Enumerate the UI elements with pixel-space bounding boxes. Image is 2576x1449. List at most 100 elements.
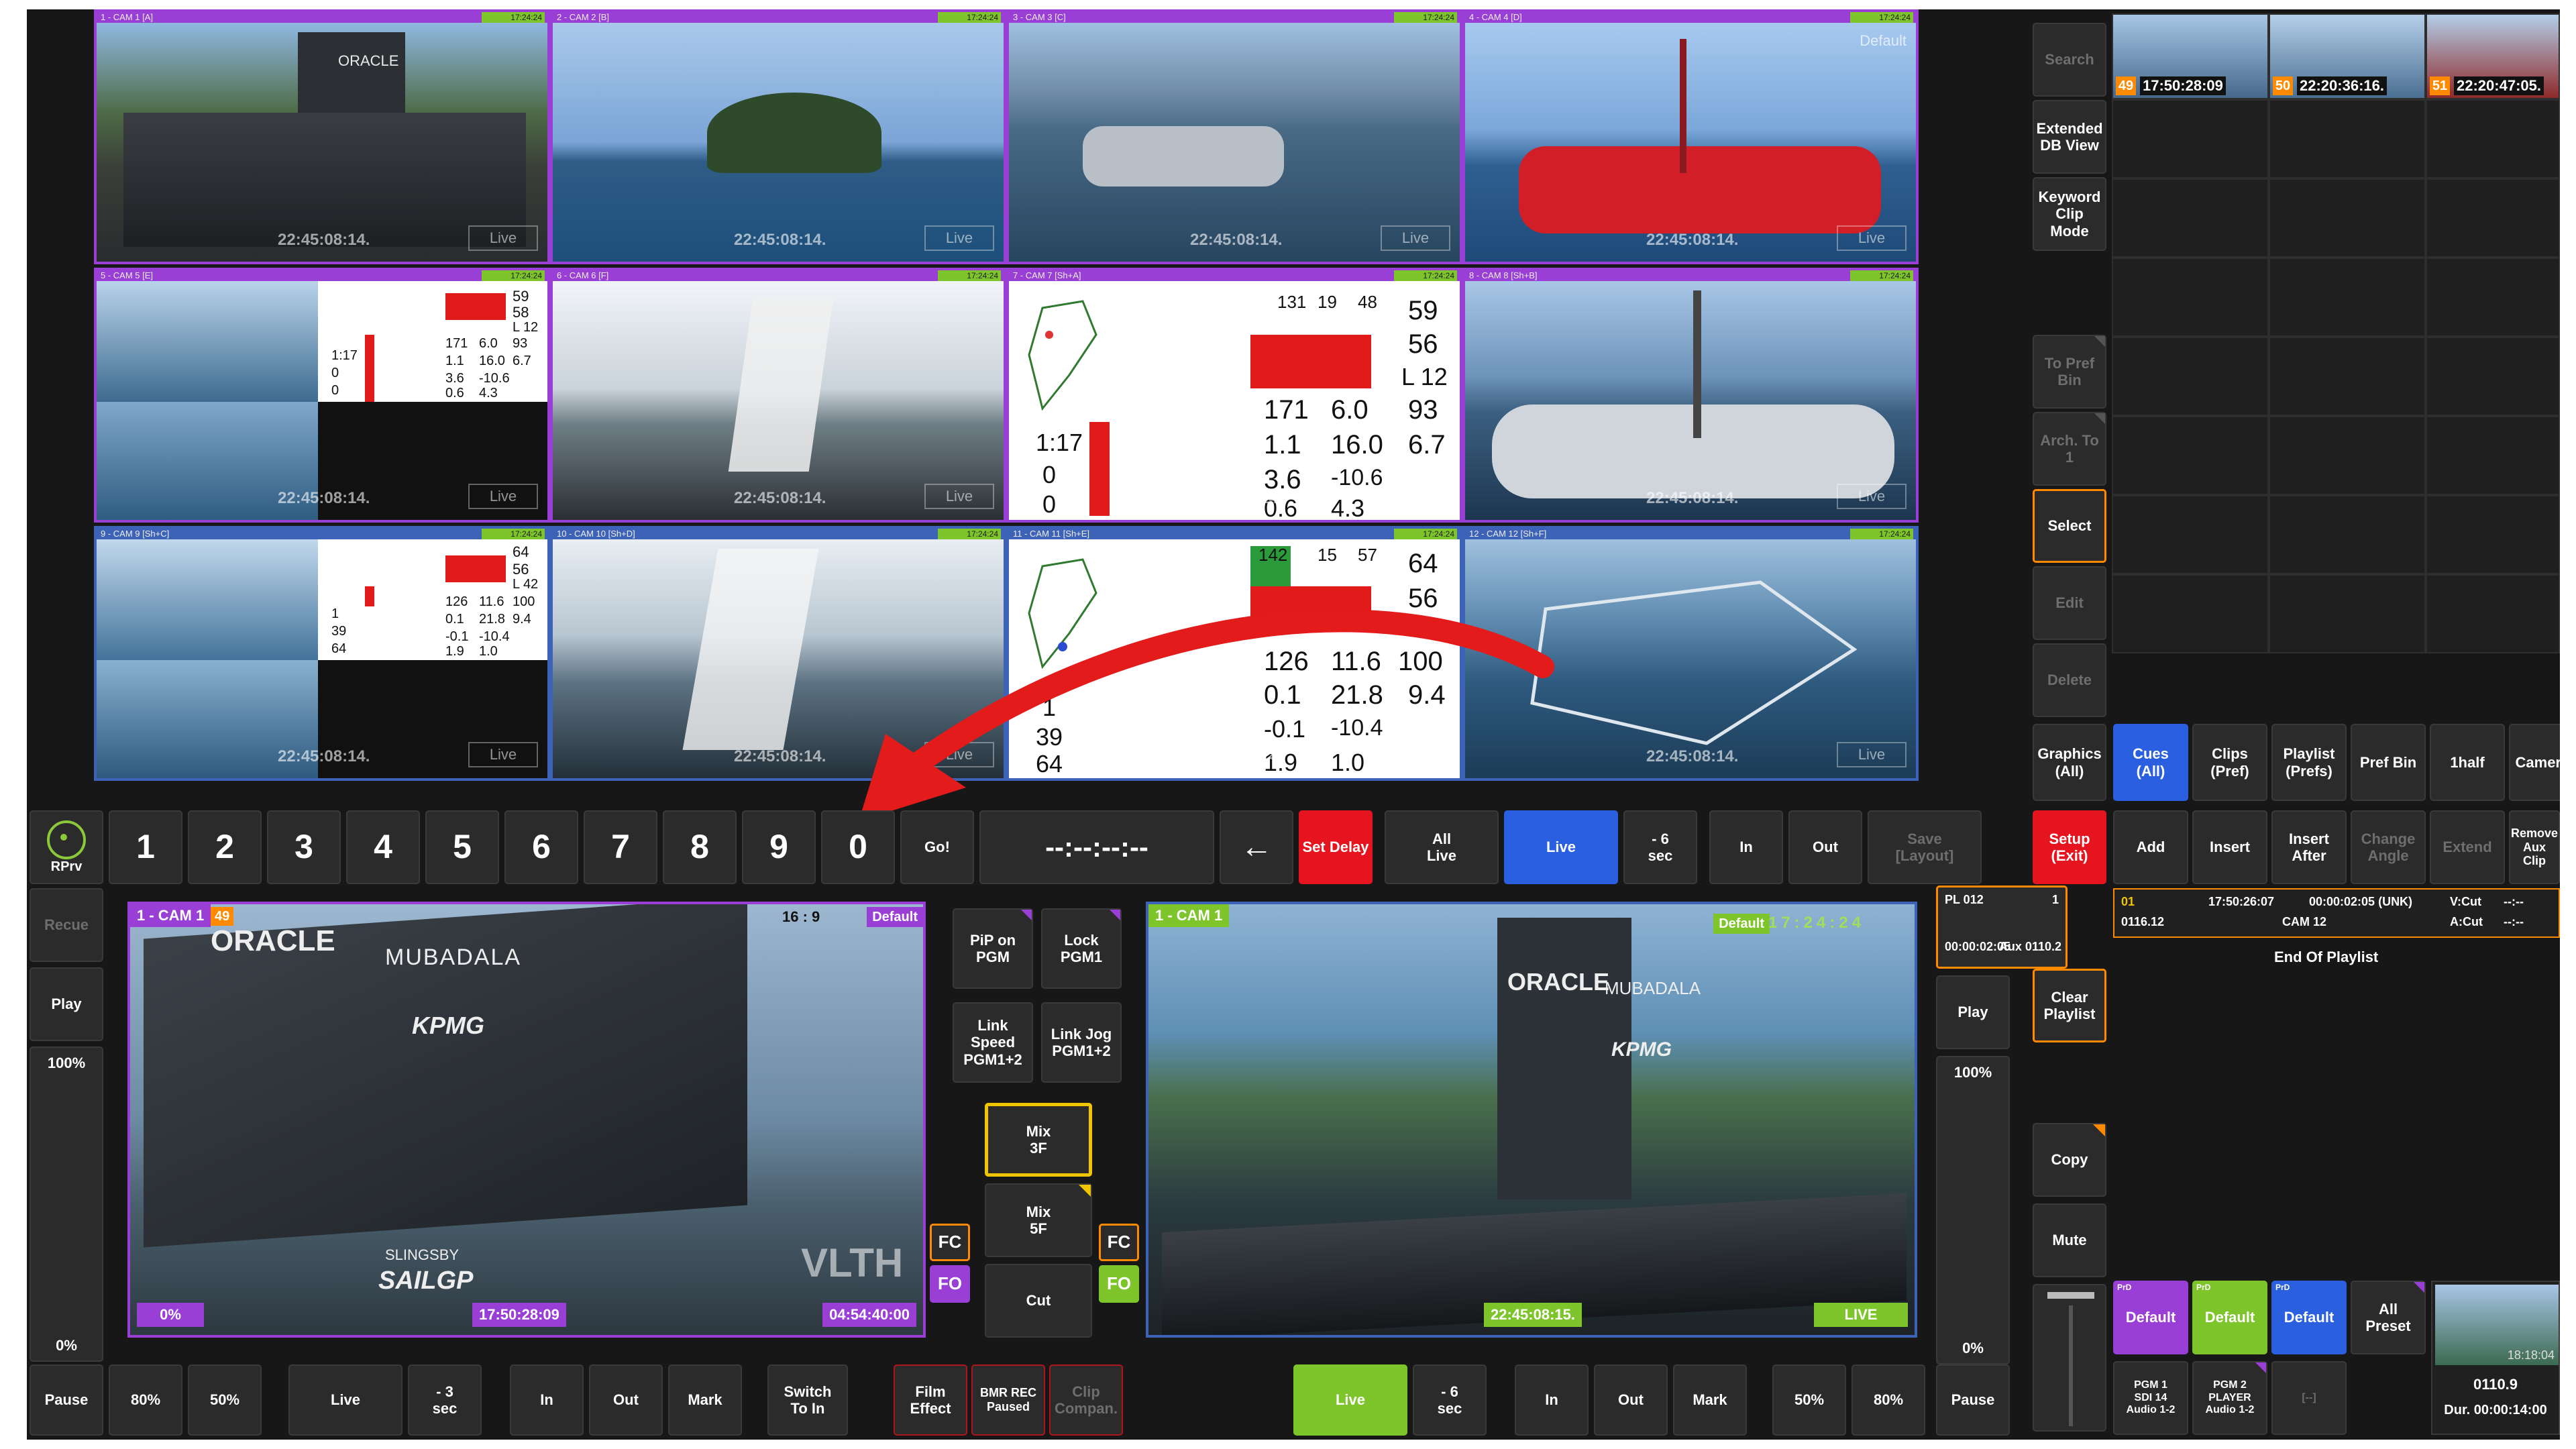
cut-button[interactable]: Cut: [985, 1264, 1092, 1338]
pause-button-right[interactable]: Pause: [1936, 1364, 2010, 1436]
play-button-left[interactable]: Play: [30, 967, 103, 1041]
camera-tile-5[interactable]: 59 58 L 12 171 6.0 93 1.1 16.0 6.7 3.6 -…: [94, 268, 550, 523]
camera-tile-3[interactable]: 3 - CAM 3 [C] 17:24:24 22:45:08:14. Live: [1006, 9, 1462, 264]
current-clip-card[interactable]: 18:18:04 0110.9 Dur. 00:00:14:00: [2431, 1281, 2560, 1435]
minus-6-sec-button[interactable]: - 6 sec: [1623, 810, 1697, 884]
rprv-button[interactable]: RPrv: [30, 810, 103, 884]
audio-pgm2-button[interactable]: PGM 2 PLAYER Audio 1-2: [2192, 1361, 2267, 1435]
clip-thumb[interactable]: 49 17:50:28:09: [2112, 13, 2269, 99]
clip-slot[interactable]: [2269, 337, 2426, 416]
clip-slot[interactable]: [2269, 99, 2426, 178]
extend-button[interactable]: Extend: [2430, 810, 2505, 884]
speed-80-left-button[interactable]: 80%: [109, 1364, 182, 1436]
digit-1-button[interactable]: 1: [109, 810, 182, 884]
keyword-clip-mode-button[interactable]: Keyword Clip Mode: [2033, 177, 2106, 251]
speed-80-right-button[interactable]: 80%: [1851, 1364, 1925, 1436]
clip-slot[interactable]: [2112, 574, 2269, 653]
in-button[interactable]: In: [1709, 810, 1783, 884]
speed-50-left-button[interactable]: 50%: [188, 1364, 262, 1436]
live-right-button[interactable]: Live: [1293, 1364, 1407, 1436]
clip-slot[interactable]: [2269, 574, 2426, 653]
fo-left-button[interactable]: FO: [930, 1265, 970, 1303]
clip-slot[interactable]: [2112, 495, 2269, 574]
out-left-button[interactable]: Out: [589, 1364, 663, 1436]
camera-tile-7[interactable]: 131 19 48 59 56 L 12 171 6.0 93 1.1 16.0…: [1006, 268, 1462, 523]
mix-5f-button[interactable]: Mix 5F: [985, 1183, 1092, 1257]
clip-thumb[interactable]: 50 22:20:36:16.: [2269, 13, 2426, 99]
clip-slot[interactable]: [2426, 337, 2560, 416]
add-button[interactable]: Add: [2113, 810, 2188, 884]
tab-clips[interactable]: Clips (Pref): [2192, 724, 2267, 801]
clip-slot[interactable]: [2426, 258, 2560, 337]
audio-pgm1-button[interactable]: PGM 1 SDI 14 Audio 1-2: [2113, 1361, 2188, 1435]
to-pref-bin-button[interactable]: To Pref Bin: [2033, 335, 2106, 409]
pause-button-left[interactable]: Pause: [30, 1364, 103, 1436]
search-button[interactable]: Search: [2033, 23, 2106, 97]
extended-db-view-button[interactable]: Extended DB View: [2033, 100, 2106, 174]
clip-slot[interactable]: [2112, 99, 2269, 178]
fc-left-button[interactable]: FC: [930, 1224, 970, 1261]
speed-fader-left[interactable]: 100% 0%: [30, 1046, 103, 1362]
minus-3-sec-button[interactable]: - 3 sec: [408, 1364, 482, 1436]
insert-after-button[interactable]: Insert After: [2271, 810, 2347, 884]
change-angle-button[interactable]: Change Angle: [2351, 810, 2426, 884]
camera-tile-2[interactable]: 2 - CAM 2 [B] 17:24:24 22:45:08:14. Live: [550, 9, 1006, 264]
pgm2-viewer[interactable]: ORACLE MUBADALA KPMG 1 - CAM 1 Default 1…: [1146, 902, 1917, 1338]
camera-tile-4[interactable]: 4 - CAM 4 [D] 17:24:24 Default 22:45:08:…: [1462, 9, 1919, 264]
setup-exit-button[interactable]: Setup (Exit): [2033, 810, 2106, 884]
switch-to-in-button[interactable]: Switch To In: [767, 1364, 848, 1436]
tab-cues[interactable]: Cues (All): [2113, 724, 2188, 801]
digit-6-button[interactable]: 6: [504, 810, 578, 884]
clip-thumb[interactable]: 51 22:20:47:05.: [2426, 13, 2560, 99]
pip-on-pgm-button[interactable]: PiP on PGM: [953, 908, 1033, 989]
mix-3f-button[interactable]: Mix 3F: [985, 1103, 1092, 1177]
digit-8-button[interactable]: 8: [663, 810, 737, 884]
lock-pgm1-button[interactable]: Lock PGM1: [1041, 908, 1122, 989]
clip-slot[interactable]: [2269, 178, 2426, 258]
arch-to-button[interactable]: Arch. To 1: [2033, 412, 2106, 486]
preset-default-purple[interactable]: PrD Default: [2113, 1281, 2188, 1354]
go-button[interactable]: Go!: [900, 810, 974, 884]
bmr-rec-button[interactable]: BMR REC Paused: [971, 1364, 1045, 1436]
digit-3-button[interactable]: 3: [267, 810, 341, 884]
film-effect-button[interactable]: Film Effect: [894, 1364, 967, 1436]
camera-tile-9[interactable]: 64 56 L 42 126 11.6 100 0.1 21.8 9.4 -0.…: [94, 526, 550, 781]
tab-playlist[interactable]: Playlist (Prefs): [2271, 724, 2347, 801]
speed-50-right-button[interactable]: 50%: [1772, 1364, 1846, 1436]
playlist-header[interactable]: PL 012 1 00:00:02:05 Aux 0110.2: [1936, 885, 2068, 969]
clip-slot[interactable]: [2426, 178, 2560, 258]
preset-default-green[interactable]: PrD Default: [2192, 1281, 2267, 1354]
camera-tile-1[interactable]: ORACLE 1 - CAM 1 [A] 17:24:24 22:45:08:1…: [94, 9, 550, 264]
clip-slot[interactable]: [2426, 574, 2560, 653]
delete-button[interactable]: Delete: [2033, 643, 2106, 717]
digit-7-button[interactable]: 7: [584, 810, 657, 884]
digit-9-button[interactable]: 9: [742, 810, 816, 884]
speed-fader-right[interactable]: 100% 0%: [1936, 1056, 2010, 1364]
link-speed-button[interactable]: Link Speed PGM1+2: [953, 1002, 1033, 1083]
tab-1half[interactable]: 1half: [2430, 724, 2505, 801]
digit-4-button[interactable]: 4: [346, 810, 420, 884]
clip-slot[interactable]: [2426, 99, 2560, 178]
in-right-button[interactable]: In: [1515, 1364, 1589, 1436]
camera-tile-6[interactable]: 6 - CAM 6 [F] 17:24:24 22:45:08:14. Live: [550, 268, 1006, 523]
save-layout-button[interactable]: Save [Layout]: [1868, 810, 1982, 884]
all-preset-button[interactable]: All Preset: [2351, 1281, 2426, 1354]
clip-slot[interactable]: [2426, 495, 2560, 574]
preset-default-blue[interactable]: PrD Default: [2271, 1281, 2347, 1354]
live-left-button[interactable]: Live: [288, 1364, 402, 1436]
pgm1-viewer[interactable]: ORACLE MUBADALA KPMG SLINGSBY SAILGP VLT…: [127, 902, 926, 1338]
clear-playlist-button[interactable]: Clear Playlist: [2033, 969, 2106, 1042]
clip-slot[interactable]: [2269, 495, 2426, 574]
recue-button[interactable]: Recue: [30, 888, 103, 962]
select-button[interactable]: Select: [2033, 489, 2106, 563]
audio-empty-button[interactable]: [--]: [2271, 1361, 2347, 1435]
minus-6-sec-bottom-button[interactable]: - 6 sec: [1413, 1364, 1487, 1436]
backspace-button[interactable]: ←: [1220, 810, 1293, 884]
remove-aux-clip-button[interactable]: Remove Aux Clip: [2509, 810, 2560, 884]
clip-slot[interactable]: [2112, 178, 2269, 258]
mute-button[interactable]: Mute: [2033, 1203, 2106, 1277]
playlist-entry[interactable]: 01 0116.12 17:50:26:07 00:00:02:05 (UNK)…: [2113, 888, 2560, 938]
clip-slot[interactable]: [2269, 416, 2426, 495]
all-live-button[interactable]: All Live: [1385, 810, 1499, 884]
tab-cameras[interactable]: Cameras: [2509, 724, 2560, 801]
